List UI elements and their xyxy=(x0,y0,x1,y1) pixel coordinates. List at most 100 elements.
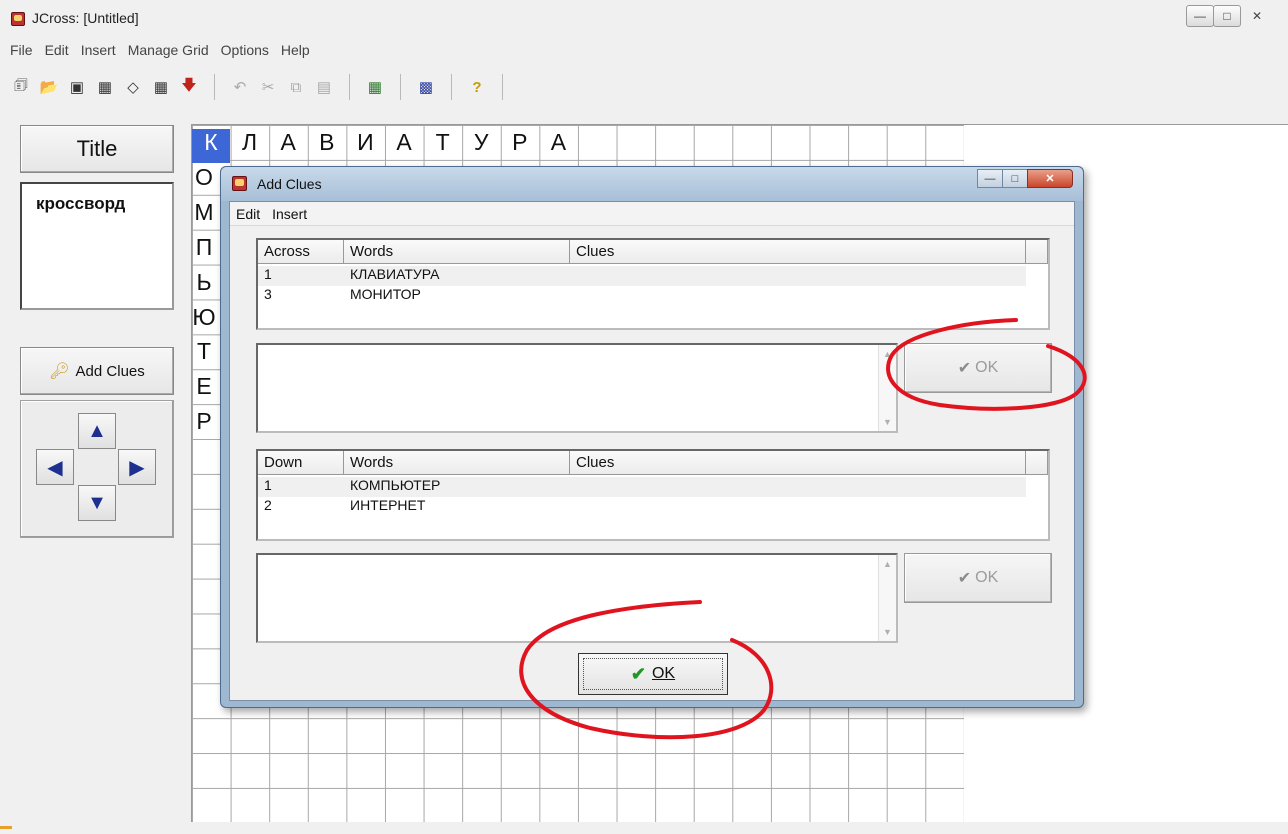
paste-icon[interactable]: ▤ xyxy=(313,76,335,98)
maximize-icon: □ xyxy=(1223,9,1231,23)
menu-help[interactable]: Help xyxy=(281,42,310,58)
across-clue-scrollbar[interactable]: ▲ ▼ xyxy=(878,345,896,431)
dialog-window-controls: — □ ✕ xyxy=(977,169,1073,188)
arrow-right-button[interactable]: ▶ xyxy=(118,449,156,485)
down-clue-scrollbar[interactable]: ▲ ▼ xyxy=(878,555,896,641)
save-icon[interactable]: ▣ xyxy=(66,76,88,98)
arrow-down-icon: ▼ xyxy=(87,491,107,514)
grid-letter-across[interactable]: И xyxy=(346,129,384,156)
across-row[interactable]: 1 КЛАВИАТУРА xyxy=(258,266,1026,286)
dialog-maximize-button[interactable]: □ xyxy=(1002,169,1028,188)
grid-letter-down[interactable]: Р xyxy=(192,408,216,435)
down-row[interactable]: 2 ИНТЕРНЕТ xyxy=(258,497,1026,517)
grid-letter-down[interactable]: Ь xyxy=(192,269,216,296)
dialog-body: Edit Insert Across Words Clues 1 КЛАВИАТ… xyxy=(229,201,1075,701)
maximize-button[interactable]: □ xyxy=(1213,5,1241,27)
words-column-header[interactable]: Words xyxy=(344,240,570,264)
grid-letter-across[interactable]: У xyxy=(462,129,500,156)
title-display: кроссворд xyxy=(20,182,174,310)
focus-rectangle xyxy=(583,658,723,690)
save-as-icon[interactable]: ▦ xyxy=(94,76,116,98)
title-bar: JCross: [Untitled] — □ ✕ xyxy=(0,0,1288,38)
toolbar-separator xyxy=(502,74,503,100)
add-clues-button[interactable]: 🔑︎ Add Clues xyxy=(20,347,174,395)
menu-manage-grid[interactable]: Manage Grid xyxy=(128,42,209,58)
close-button[interactable]: ✕ xyxy=(1240,5,1274,27)
clues-column-header[interactable]: Clues xyxy=(570,451,1026,475)
toolbar-separator xyxy=(214,74,215,100)
dialog-ok-button[interactable]: ✔ OK xyxy=(578,653,728,695)
undo-icon[interactable]: ↶ xyxy=(229,76,251,98)
grid-letter-across[interactable]: В xyxy=(308,129,346,156)
arrow-left-button[interactable]: ◀ xyxy=(36,449,74,485)
grid-letter-across[interactable]: А xyxy=(385,129,423,156)
scroll-down-icon[interactable]: ▼ xyxy=(883,627,892,637)
column-header-spacer xyxy=(1026,451,1048,475)
new-file-icon[interactable]: 🗊 xyxy=(10,76,32,98)
grid-letter-across[interactable]: А xyxy=(269,129,307,156)
grid-letter-across[interactable]: К xyxy=(192,129,230,163)
grid-letter-across[interactable]: Т xyxy=(424,129,462,156)
app-icon xyxy=(11,12,25,26)
close-icon: ✕ xyxy=(1045,173,1055,185)
menu-file[interactable]: File xyxy=(10,42,33,58)
down-list[interactable]: Down Words Clues 1 КОМПЬЮТЕР 2 ИНТЕРНЕТ xyxy=(256,449,1050,541)
grid-letter-down[interactable]: О xyxy=(192,164,216,191)
arrow-down-button[interactable]: ▼ xyxy=(78,485,116,521)
across-row[interactable]: 3 МОНИТОР xyxy=(258,286,1026,306)
toolbar-separator xyxy=(349,74,350,100)
window-controls: — □ ✕ xyxy=(1186,5,1274,27)
grid-letter-down[interactable]: Ю xyxy=(192,304,216,331)
menu-options[interactable]: Options xyxy=(221,42,269,58)
arrow-left-icon: ◀ xyxy=(47,456,63,479)
add-clues-dialog: Add Clues — □ ✕ Edit Insert Across Words… xyxy=(220,166,1084,708)
menu-edit[interactable]: Edit xyxy=(45,42,69,58)
across-ok-button[interactable]: ✔ OK xyxy=(904,343,1052,393)
words-column-header[interactable]: Words xyxy=(344,451,570,475)
down-row[interactable]: 1 КОМПЬЮТЕР xyxy=(258,477,1026,497)
across-column-header[interactable]: Across xyxy=(258,240,344,264)
dialog-close-button[interactable]: ✕ xyxy=(1027,169,1073,188)
dialog-menu-insert[interactable]: Insert xyxy=(272,206,307,222)
dialog-title-bar: Add Clues — □ ✕ xyxy=(221,167,1083,201)
grid-letter-down[interactable]: П xyxy=(192,234,216,261)
down-arrow-icon[interactable]: 🡇 xyxy=(178,76,200,98)
checkmark-icon: ✔ xyxy=(957,570,972,587)
grid-letter-down[interactable]: Т xyxy=(192,338,216,365)
dialog-title: Add Clues xyxy=(257,176,322,192)
scroll-up-icon[interactable]: ▲ xyxy=(883,559,892,569)
grid-letter-down[interactable]: М xyxy=(192,199,216,226)
dialog-minimize-button[interactable]: — xyxy=(977,169,1003,188)
copy-icon[interactable]: ⧉ xyxy=(285,76,307,98)
grid-letter-down[interactable]: Е xyxy=(192,373,216,400)
help-icon[interactable]: ? xyxy=(466,76,488,98)
grid-letter-across[interactable]: А xyxy=(539,129,577,156)
grid-icon[interactable]: ▦ xyxy=(364,76,386,98)
dialog-menu-edit[interactable]: Edit xyxy=(236,206,260,222)
across-row-word: МОНИТОР xyxy=(350,286,421,302)
scroll-up-icon[interactable]: ▲ xyxy=(883,349,892,359)
down-ok-button[interactable]: ✔ OK xyxy=(904,553,1052,603)
maximize-icon: □ xyxy=(1011,172,1019,185)
toolbar-separator xyxy=(400,74,401,100)
clues-column-header[interactable]: Clues xyxy=(570,240,1026,264)
menu-insert[interactable]: Insert xyxy=(81,42,116,58)
puzzle-icon[interactable]: ▩ xyxy=(415,76,437,98)
title-button[interactable]: Title xyxy=(20,125,174,173)
arrow-up-button[interactable]: ▲ xyxy=(78,413,116,449)
grid-letter-across[interactable]: Р xyxy=(501,129,539,156)
scroll-down-icon[interactable]: ▼ xyxy=(883,417,892,427)
grid-letter-across[interactable]: Л xyxy=(231,129,269,156)
down-row-number: 1 xyxy=(264,477,272,493)
cut-icon[interactable]: ✂ xyxy=(257,76,279,98)
across-row-number: 1 xyxy=(264,266,272,282)
down-column-header[interactable]: Down xyxy=(258,451,344,475)
across-list[interactable]: Across Words Clues 1 КЛАВИАТУРА 3 МОНИТО… xyxy=(256,238,1050,330)
across-clue-input[interactable]: ▲ ▼ xyxy=(256,343,898,433)
open-folder-icon[interactable]: 📂 xyxy=(38,76,60,98)
down-clue-input[interactable]: ▲ ▼ xyxy=(256,553,898,643)
down-row-word: ИНТЕРНЕТ xyxy=(350,497,426,513)
web-export-icon[interactable]: ▦ xyxy=(150,76,172,98)
eraser-icon[interactable]: ◇ xyxy=(122,76,144,98)
minimize-button[interactable]: — xyxy=(1186,5,1214,27)
